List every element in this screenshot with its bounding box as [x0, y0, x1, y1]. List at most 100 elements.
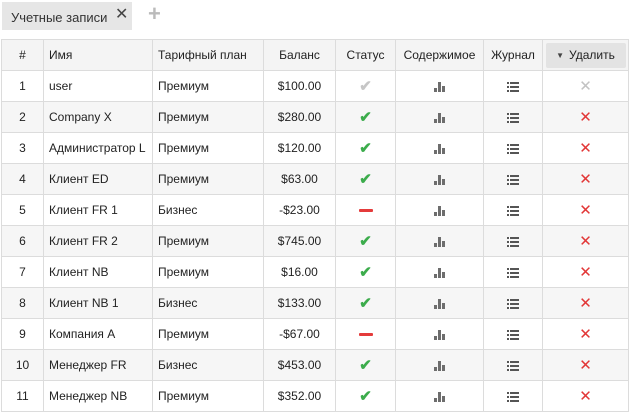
list-icon[interactable]: [507, 143, 519, 154]
col-header-num[interactable]: #: [1, 39, 44, 71]
list-icon[interactable]: [507, 174, 519, 185]
cell-name[interactable]: Клиент NB: [43, 256, 153, 288]
col-header-name[interactable]: Имя: [43, 39, 153, 71]
cell-plan: Премиум: [152, 256, 264, 288]
cell-num: 6: [1, 225, 44, 257]
delete-icon[interactable]: ✕: [579, 326, 592, 343]
col-header-delete[interactable]: ▼ Удалить: [542, 39, 629, 71]
delete-icon[interactable]: ✕: [579, 202, 592, 219]
close-icon[interactable]: ✕: [115, 6, 128, 24]
col-header-content[interactable]: Содержимое: [395, 39, 484, 71]
col-header-plan[interactable]: Тарифный план: [152, 39, 264, 71]
tab-accounts[interactable]: Учетные записи ✕: [2, 2, 132, 30]
cell-status: ✔: [335, 256, 396, 288]
blocked-dash-icon[interactable]: [358, 333, 373, 337]
table-row[interactable]: 3 Администратор L Премиум $120.00 ✔ ✕: [1, 132, 629, 164]
blocked-dash-icon[interactable]: [358, 209, 373, 213]
table-row[interactable]: 11 Менеджер NB Премиум $352.00 ✔ ✕: [1, 380, 629, 412]
cell-name[interactable]: Администратор L: [43, 132, 153, 164]
cell-num: 10: [1, 349, 44, 381]
list-icon[interactable]: [507, 360, 519, 371]
list-icon[interactable]: [507, 391, 519, 402]
cell-num: 9: [1, 318, 44, 350]
check-icon[interactable]: ✔: [359, 388, 372, 405]
cell-content: [395, 318, 484, 350]
delete-icon: ✕: [579, 77, 592, 95]
cell-name[interactable]: Менеджер NB: [43, 380, 153, 412]
delete-icon[interactable]: ✕: [579, 388, 592, 405]
cell-num: 5: [1, 194, 44, 226]
list-icon[interactable]: [507, 81, 519, 92]
bar-chart-icon[interactable]: [434, 329, 445, 340]
bar-chart-icon[interactable]: [434, 391, 445, 402]
cell-plan: Бизнес: [152, 287, 264, 319]
check-icon[interactable]: ✔: [359, 295, 372, 312]
cell-name[interactable]: Менеджер FR: [43, 349, 153, 381]
col-header-status[interactable]: Статус: [335, 39, 396, 71]
check-icon[interactable]: ✔: [359, 264, 372, 281]
delete-icon[interactable]: ✕: [579, 357, 592, 374]
list-icon[interactable]: [507, 267, 519, 278]
list-icon[interactable]: [507, 329, 519, 340]
bar-chart-icon[interactable]: [434, 236, 445, 247]
cell-name[interactable]: Клиент ED: [43, 163, 153, 195]
cell-plan: Премиум: [152, 163, 264, 195]
cell-num: 3: [1, 132, 44, 164]
col-header-journal[interactable]: Журнал: [483, 39, 543, 71]
table-row[interactable]: 8 Клиент NB 1 Бизнес $133.00 ✔ ✕: [1, 287, 629, 319]
list-icon[interactable]: [507, 205, 519, 216]
bar-chart-icon[interactable]: [434, 174, 445, 185]
table-row[interactable]: 4 Клиент ED Премиум $63.00 ✔ ✕: [1, 163, 629, 195]
check-icon[interactable]: ✔: [359, 233, 372, 250]
list-icon[interactable]: [507, 298, 519, 309]
bar-chart-icon[interactable]: [434, 205, 445, 216]
check-icon[interactable]: ✔: [359, 357, 372, 374]
cell-name[interactable]: Company X: [43, 101, 153, 133]
caret-down-icon: ▼: [556, 50, 565, 60]
check-icon: ✔: [359, 77, 372, 95]
cell-name[interactable]: user: [43, 70, 153, 102]
bar-chart-icon[interactable]: [434, 360, 445, 371]
cell-balance: $100.00: [263, 70, 336, 102]
delete-icon[interactable]: ✕: [579, 264, 592, 281]
delete-label: Удалить: [569, 48, 615, 62]
add-tab-icon[interactable]: +: [148, 3, 161, 25]
cell-content: [395, 225, 484, 257]
table-row[interactable]: 9 Компания А Премиум -$67.00 ✕: [1, 318, 629, 350]
bar-chart-icon[interactable]: [434, 81, 445, 92]
cell-name[interactable]: Клиент NB 1: [43, 287, 153, 319]
cell-plan: Премиум: [152, 101, 264, 133]
cell-status: ✔: [335, 380, 396, 412]
bar-chart-icon[interactable]: [434, 143, 445, 154]
table-row[interactable]: 5 Клиент FR 1 Бизнес -$23.00 ✕: [1, 194, 629, 226]
check-icon[interactable]: ✔: [359, 109, 372, 126]
cell-name[interactable]: Компания А: [43, 318, 153, 350]
cell-journal: [483, 163, 543, 195]
delete-icon[interactable]: ✕: [579, 171, 592, 188]
table-row[interactable]: 10 Менеджер FR Бизнес $453.00 ✔ ✕: [1, 349, 629, 381]
bar-chart-icon[interactable]: [434, 267, 445, 278]
table-row[interactable]: 6 Клиент FR 2 Премиум $745.00 ✔ ✕: [1, 225, 629, 257]
table-row[interactable]: 2 Company X Премиум $280.00 ✔ ✕: [1, 101, 629, 133]
cell-delete: ✕: [542, 225, 629, 257]
list-icon[interactable]: [507, 236, 519, 247]
list-icon[interactable]: [507, 112, 519, 123]
delete-icon[interactable]: ✕: [579, 233, 592, 250]
col-header-balance[interactable]: Баланс: [263, 39, 336, 71]
cell-balance: $745.00: [263, 225, 336, 257]
table-row[interactable]: 7 Клиент NB Премиум $16.00 ✔ ✕: [1, 256, 629, 288]
bar-chart-icon[interactable]: [434, 298, 445, 309]
check-icon[interactable]: ✔: [359, 171, 372, 188]
delete-icon[interactable]: ✕: [579, 109, 592, 126]
cell-name[interactable]: Клиент FR 2: [43, 225, 153, 257]
cell-name[interactable]: Клиент FR 1: [43, 194, 153, 226]
cell-status: ✔: [335, 132, 396, 164]
delete-dropdown-button[interactable]: ▼ Удалить: [545, 42, 626, 68]
cell-num: 2: [1, 101, 44, 133]
bar-chart-icon[interactable]: [434, 112, 445, 123]
delete-icon[interactable]: ✕: [579, 140, 592, 157]
cell-num: 4: [1, 163, 44, 195]
delete-icon[interactable]: ✕: [579, 295, 592, 312]
check-icon[interactable]: ✔: [359, 140, 372, 157]
table-row[interactable]: 1 user Премиум $100.00 ✔ ✕: [1, 70, 629, 102]
